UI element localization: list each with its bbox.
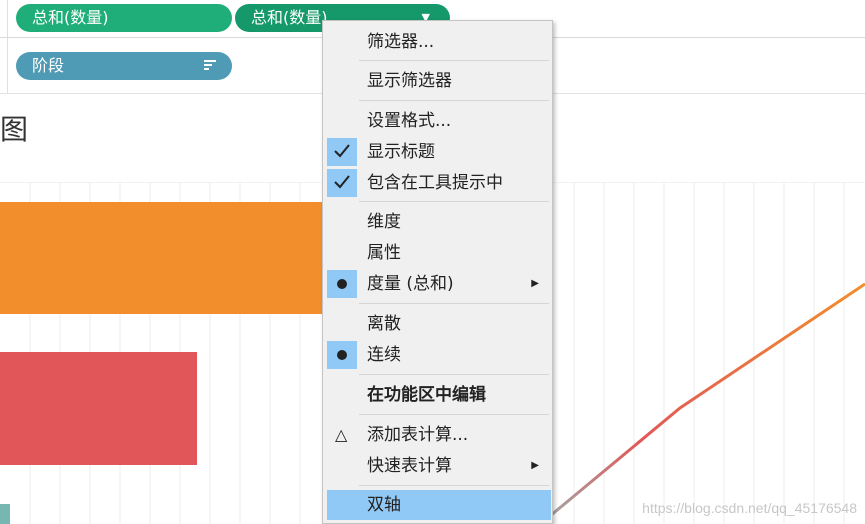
menu-item-label: 离散 — [367, 314, 401, 334]
menu-item-label: 度量 (总和) — [367, 274, 454, 294]
menu-item-label: 包含在工具提示中 — [367, 173, 503, 193]
sort-descending-icon[interactable] — [204, 60, 216, 72]
menu-item-label: 在功能区中编辑 — [367, 385, 486, 405]
menu-item-attribute[interactable]: 属性 — [327, 238, 551, 268]
menu-item-label: 设置格式... — [367, 111, 452, 131]
bar-red — [0, 352, 197, 465]
menu-item-label: 筛选器... — [367, 32, 435, 52]
menu-item-edit-in-shelf[interactable]: 在功能区中编辑 — [327, 380, 551, 410]
menu-separator — [359, 60, 549, 61]
menu-item-label: 显示筛选器 — [367, 71, 452, 91]
pill-label: 总和(数量) — [32, 8, 109, 27]
menu-item-filter[interactable]: 筛选器... — [327, 27, 551, 57]
delta-icon: △ — [335, 425, 348, 444]
pill-label: 总和(数量) — [251, 8, 328, 27]
menu-separator — [359, 374, 549, 375]
trend-line — [549, 282, 865, 518]
menu-item-dual-axis[interactable]: 双轴 — [327, 490, 551, 520]
checkmark-icon — [327, 169, 357, 197]
menu-item-include-in-tooltip[interactable]: 包含在工具提示中 — [327, 168, 551, 198]
menu-item-show-filter[interactable]: 显示筛选器 — [327, 66, 551, 96]
menu-separator — [359, 485, 549, 486]
menu-item-dimension[interactable]: 维度 — [327, 207, 551, 237]
menu-item-measure-sum[interactable]: 度量 (总和) ▶ — [327, 269, 551, 299]
checkmark-icon — [327, 138, 357, 166]
menu-item-label: 添加表计算... — [367, 425, 469, 445]
bar-orange — [0, 202, 325, 314]
menu-item-label: 维度 — [367, 212, 401, 232]
shelf-divider — [0, 38, 8, 93]
menu-item-continuous[interactable]: 连续 — [327, 340, 551, 370]
bar-teal — [0, 504, 10, 524]
radio-dot-icon — [327, 270, 357, 298]
menu-separator — [359, 100, 549, 101]
menu-item-label: 连续 — [367, 345, 401, 365]
radio-dot-icon — [327, 341, 357, 369]
menu-item-quick-table-calc[interactable]: 快速表计算 ▶ — [327, 451, 551, 481]
rows-pill-stage[interactable]: 阶段 — [16, 52, 232, 80]
menu-separator — [359, 201, 549, 202]
watermark: https://blog.csdn.net/qq_45176548 — [642, 500, 857, 516]
columns-pill-sum-quantity-1[interactable]: 总和(数量) — [16, 4, 232, 32]
menu-item-discrete[interactable]: 离散 — [327, 309, 551, 339]
submenu-arrow-icon: ▶ — [531, 278, 539, 289]
menu-separator — [359, 414, 549, 415]
menu-item-label: 属性 — [367, 243, 401, 263]
menu-item-format[interactable]: 设置格式... — [327, 106, 551, 136]
pill-context-menu: 筛选器... 显示筛选器 设置格式... 显示标题 包含在工具提示中 维度 属性… — [322, 20, 553, 524]
menu-item-show-header[interactable]: 显示标题 — [327, 137, 551, 167]
menu-separator — [359, 303, 549, 304]
menu-item-add-table-calc[interactable]: △ 添加表计算... — [327, 420, 551, 450]
menu-item-label: 双轴 — [367, 495, 401, 515]
shelf-divider — [0, 0, 8, 37]
menu-item-label: 显示标题 — [367, 142, 435, 162]
submenu-arrow-icon: ▶ — [531, 460, 539, 471]
menu-item-label: 快速表计算 — [367, 456, 452, 476]
sheet-title: 图 — [0, 113, 29, 146]
pill-label: 阶段 — [32, 56, 65, 75]
